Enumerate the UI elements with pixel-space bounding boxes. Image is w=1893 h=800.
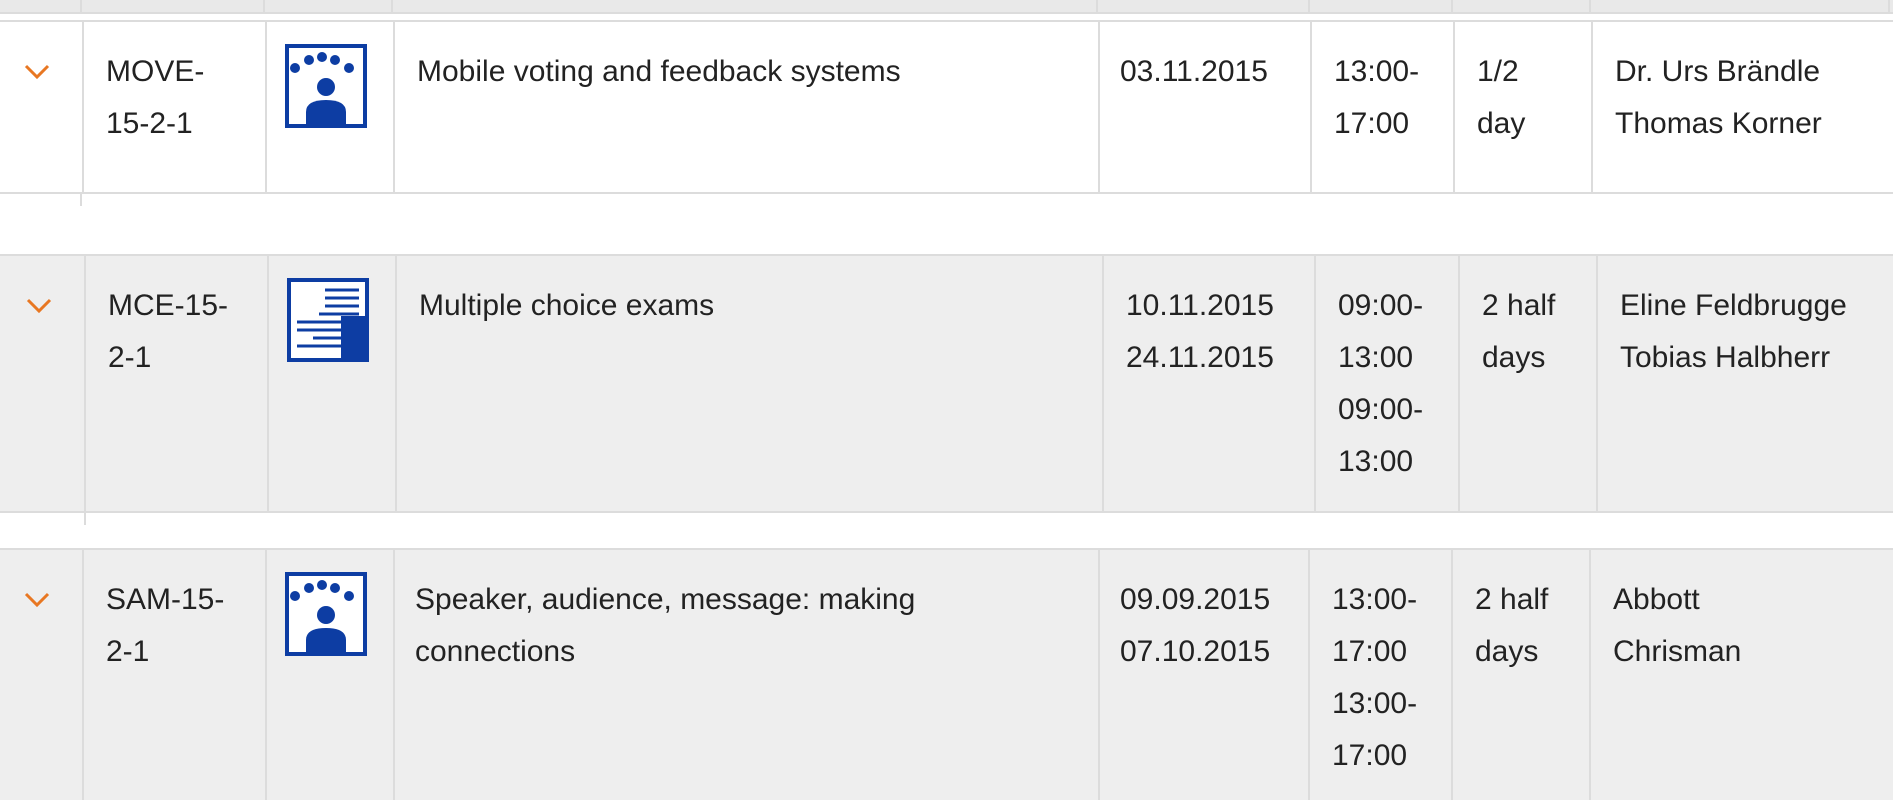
course-instructor-cell: Abbott Chrisman [1589, 550, 1888, 800]
column-divider [1589, 0, 1591, 12]
course-duration-line: 1/2 [1477, 55, 1519, 88]
course-duration-line: 2 half [1482, 289, 1556, 322]
table-row[interactable]: MCE-15- 2-1 Multiple choice exams 10.11.… [0, 254, 1893, 513]
course-date-line: 10.11.2015 [1126, 289, 1274, 322]
audience-icon [285, 44, 367, 128]
course-code-line[interactable]: MCE-15- [108, 280, 267, 332]
course-type-cell [265, 550, 393, 800]
course-duration-cell: 1/2 day [1453, 22, 1591, 192]
course-time-line: 09:00- [1338, 393, 1424, 426]
row-separator-tick [80, 194, 82, 206]
course-time-cell: 13:00- 17:00 [1310, 22, 1453, 192]
table-row[interactable]: SAM-15- 2-1 Speaker, audience, message: … [0, 548, 1893, 800]
course-title-line[interactable]: Speaker, audience, message: making [415, 574, 1098, 626]
expand-cell[interactable] [0, 22, 82, 192]
course-date-cell: 09.09.2015 07.10.2015 [1098, 550, 1308, 800]
course-duration-line: days [1482, 341, 1546, 374]
course-time-line: 09:00- [1338, 289, 1424, 322]
course-code-cell[interactable]: SAM-15- 2-1 [82, 550, 265, 800]
course-instructor-cell: Eline Feldbrugge Tobias Halbherr [1596, 256, 1893, 511]
course-time-cell: 13:00- 17:00 13:00- 17:00 [1308, 550, 1451, 800]
course-title-cell[interactable]: Speaker, audience, message: making conne… [393, 550, 1098, 800]
column-divider [1888, 0, 1890, 12]
course-date-line: 07.10.2015 [1120, 635, 1271, 668]
course-title-line[interactable]: Mobile voting and feedback systems [417, 46, 1098, 98]
column-divider [1451, 0, 1453, 12]
course-time-line: 13:00- [1332, 687, 1418, 720]
course-type-cell [265, 22, 393, 192]
course-time-line: 17:00 [1332, 739, 1408, 772]
column-divider [80, 0, 82, 12]
course-instructor-line: Dr. Urs Brändle [1615, 55, 1821, 88]
course-duration-line: 2 half [1475, 583, 1549, 616]
exam-sheet-icon [287, 278, 369, 362]
course-code-cell[interactable]: MCE-15- 2-1 [84, 256, 267, 511]
course-instructor-line: Eline Feldbrugge [1620, 289, 1847, 322]
course-time-line: 13:00 [1338, 341, 1414, 374]
course-code-line[interactable]: 2-1 [106, 626, 265, 678]
column-divider [263, 0, 265, 12]
course-instructor-line: Chrisman [1613, 635, 1742, 668]
column-divider [391, 0, 393, 12]
audience-icon [285, 572, 367, 656]
row-separator-tick [84, 513, 86, 525]
course-date-line: 24.11.2015 [1126, 341, 1274, 374]
course-time-line: 13:00 [1338, 445, 1414, 478]
course-instructor-cell: Dr. Urs Brändle Thomas Korner [1591, 22, 1890, 192]
table-row[interactable]: MOVE- 15-2-1 Mobile voting and feedback … [0, 20, 1893, 194]
column-divider [1308, 0, 1310, 12]
course-title-cell[interactable]: Mobile voting and feedback systems [393, 22, 1098, 192]
course-code-line[interactable]: SAM-15- [106, 574, 265, 626]
chevron-down-icon[interactable] [22, 584, 52, 614]
course-code-line[interactable]: 15-2-1 [106, 98, 265, 150]
course-time-cell: 09:00- 13:00 09:00- 13:00 [1314, 256, 1458, 511]
course-title-line[interactable]: connections [415, 626, 1098, 678]
chevron-down-icon[interactable] [22, 56, 52, 86]
course-code-line[interactable]: MOVE- [106, 46, 265, 98]
course-time-line: 13:00- [1332, 583, 1418, 616]
course-code-cell[interactable]: MOVE- 15-2-1 [82, 22, 265, 192]
course-title-cell[interactable]: Multiple choice exams [395, 256, 1102, 511]
column-divider [1096, 0, 1098, 12]
course-time-line: 17:00 [1332, 635, 1408, 668]
course-instructor-line: Thomas Korner [1615, 107, 1822, 140]
expand-cell[interactable] [0, 550, 82, 800]
course-time-line: 13:00- [1334, 55, 1420, 88]
chevron-down-icon[interactable] [24, 290, 54, 320]
course-time-line: 17:00 [1334, 107, 1410, 140]
course-duration-cell: 2 half days [1458, 256, 1596, 511]
course-duration-line: day [1477, 107, 1526, 140]
course-instructor-line: Tobias Halbherr [1620, 341, 1831, 374]
expand-cell[interactable] [0, 256, 84, 511]
course-type-cell [267, 256, 395, 511]
table-header-strip [0, 0, 1893, 14]
course-instructor-line: Abbott [1613, 583, 1700, 616]
course-title-line[interactable]: Multiple choice exams [419, 280, 1102, 332]
course-date-line: 03.11.2015 [1120, 55, 1268, 88]
course-date-cell: 03.11.2015 [1098, 22, 1310, 192]
course-duration-line: days [1475, 635, 1539, 668]
course-code-line[interactable]: 2-1 [108, 332, 267, 384]
course-duration-cell: 2 half days [1451, 550, 1589, 800]
course-date-cell: 10.11.2015 24.11.2015 [1102, 256, 1314, 511]
course-table: MOVE- 15-2-1 Mobile voting and feedback … [0, 0, 1893, 800]
course-date-line: 09.09.2015 [1120, 583, 1271, 616]
